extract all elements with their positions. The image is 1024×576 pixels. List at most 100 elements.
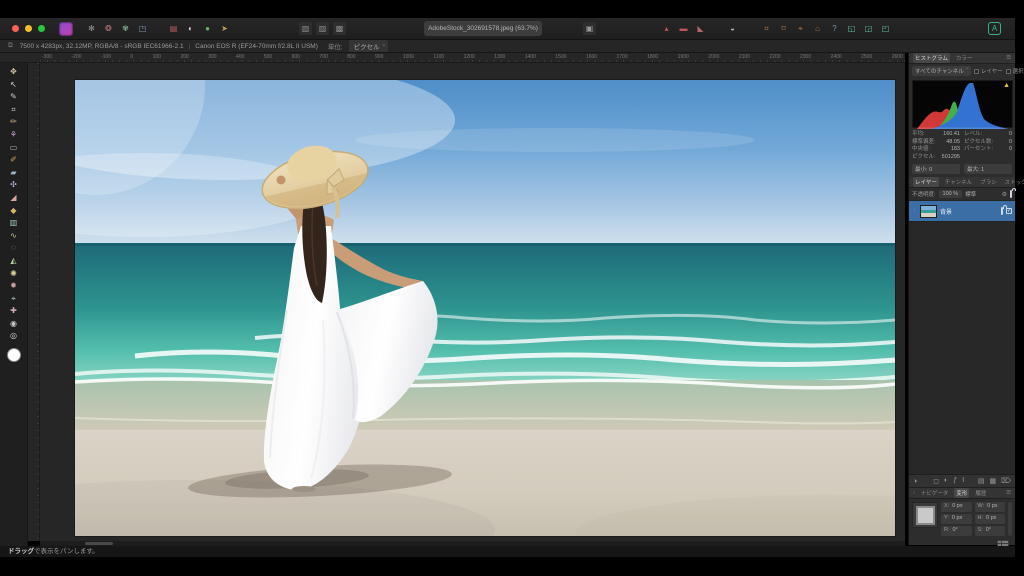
layer-drag-handle[interactable]: ⋮ <box>912 208 917 214</box>
gradient-tool[interactable]: ▥ <box>5 217 23 230</box>
histogram-warning-icon[interactable]: ▲ <box>1003 82 1010 89</box>
pixel-tool[interactable]: ▰ <box>5 167 23 180</box>
transform-field[interactable]: R:0° <box>941 526 972 536</box>
transform-field[interactable]: Y:0 px <box>941 514 972 524</box>
layer-visibility-checkbox[interactable]: ✓ <box>1006 208 1012 214</box>
layer-settings-icon[interactable]: ⚙ <box>1002 191 1007 198</box>
burn-brush-tool[interactable]: ✹ <box>5 280 23 293</box>
mixer-brush-tool[interactable]: ✣ <box>5 179 23 192</box>
rotate-cw-icon[interactable]: ▨ <box>316 22 329 35</box>
account-icon[interactable]: A <box>988 22 1001 35</box>
softproof-icon[interactable]: ▬ <box>677 22 690 35</box>
vertical-ruler[interactable] <box>28 63 40 541</box>
panel-scroll-left-icon[interactable]: ‹ <box>913 490 915 496</box>
auto-colors-icon[interactable]: ● <box>201 22 214 35</box>
snapping-help-icon[interactable]: ? <box>828 22 841 35</box>
transform-tab[interactable]: ナビゲータ <box>919 488 951 498</box>
transform-tab[interactable]: 変形 <box>954 488 969 498</box>
max-input[interactable]: 最大: 1 <box>964 164 1012 174</box>
adjustment-icon[interactable]: ◑ <box>913 478 917 485</box>
active-color-swatch[interactable] <box>7 348 21 362</box>
text-layer-icon[interactable]: I <box>962 477 964 485</box>
erase-brush-tool[interactable]: ◢ <box>5 192 23 205</box>
crop-tool[interactable]: ⌗ <box>5 104 23 117</box>
layer-lock-icon[interactable] <box>1010 191 1012 198</box>
assistant-flag-icon[interactable]: ◣ <box>694 22 707 35</box>
clone-brush-tool[interactable]: ⌖ <box>5 293 23 306</box>
panel-menu-icon[interactable]: ☰ <box>1006 55 1011 61</box>
blur-tool[interactable]: ◌ <box>5 242 23 255</box>
horizontal-ruler[interactable]: -300-200-1000100200300400500600700800900… <box>40 53 905 63</box>
assistant-icon[interactable]: ◒ <box>726 22 739 35</box>
document-tab[interactable]: AdobeStock_302691578.jpeg (63.7%) <box>424 21 542 36</box>
color-picker-tool[interactable]: ✎ <box>5 91 23 104</box>
snapping-presets-icon[interactable]: ⌂ <box>811 22 824 35</box>
blend-mode-select[interactable]: 標準 <box>965 190 976 198</box>
layers-empty-area[interactable] <box>909 221 1015 474</box>
transform-tab[interactable]: 履歴 <box>973 488 988 498</box>
auto-contrast-icon[interactable]: ◐ <box>184 22 197 35</box>
insert-inside-icon[interactable]: ◲ <box>862 22 875 35</box>
layer-row-background[interactable]: ⋮ 背景 ✓ <box>909 201 1015 221</box>
panel-menu-icon[interactable]: ☰ <box>1006 490 1011 496</box>
transform-field[interactable]: H:0 px <box>975 514 1006 524</box>
layer-checkbox[interactable]: レイヤー <box>974 67 1003 75</box>
live-filter-icon[interactable]: ƒ <box>953 477 957 485</box>
view-mode-icon[interactable]: ▣ <box>583 22 596 35</box>
snapshot-icon[interactable]: ▩ <box>333 22 346 35</box>
transform-field[interactable]: S:0° <box>975 526 1006 536</box>
histogram-plot[interactable]: ▲ <box>912 80 1013 128</box>
histogram-tab[interactable]: カラー <box>954 53 975 63</box>
layers-tab[interactable]: チャンネル <box>943 177 974 187</box>
clipping-warning-icon[interactable]: ▴ <box>660 22 673 35</box>
paint-brush-tool[interactable]: ✐ <box>5 154 23 167</box>
opacity-input[interactable]: 100 % <box>939 190 963 198</box>
transform-field[interactable]: W:0 px <box>975 502 1006 512</box>
auto-levels-icon[interactable]: ▤ <box>167 22 180 35</box>
view-tool[interactable]: ✥ <box>5 66 23 79</box>
zoom-tool[interactable]: ◎ <box>5 330 23 343</box>
histogram-tab[interactable]: ヒストグラム <box>913 53 950 63</box>
marquee-select-tool[interactable]: ▭ <box>5 142 23 155</box>
rotate-ccw-icon[interactable]: ▧ <box>299 22 312 35</box>
layers-tab[interactable]: ストック <box>1003 177 1024 187</box>
photo-beach-woman[interactable] <box>75 80 895 536</box>
minimize-window-button[interactable] <box>25 25 32 32</box>
flood-select-tool[interactable]: ⚘ <box>5 129 23 142</box>
selection-checkbox[interactable]: 選択 <box>1006 67 1024 75</box>
live-adjustment-icon[interactable]: ◐ <box>944 477 948 485</box>
layer-thumbnail[interactable] <box>920 205 937 218</box>
sharpen-tool[interactable]: ◭ <box>5 255 23 268</box>
dodge-brush-tool[interactable]: ✺ <box>5 268 23 281</box>
smudge-tool[interactable]: ∿ <box>5 230 23 243</box>
liquify-persona-icon[interactable]: ✻ <box>85 22 98 35</box>
canvas-area[interactable] <box>40 63 905 541</box>
horizontal-scrollbar-thumb[interactable] <box>85 542 113 545</box>
selection-brush-tool[interactable]: ✏ <box>5 116 23 129</box>
move-tool[interactable]: ↖ <box>5 79 23 92</box>
mask-layer-icon[interactable]: ◻ <box>933 477 939 485</box>
zoom-window-button[interactable] <box>38 25 45 32</box>
min-input[interactable]: 最小: 0 <box>912 164 960 174</box>
delete-layer-icon[interactable]: ⌦ <box>1001 477 1011 485</box>
flood-fill-tool[interactable]: ◆ <box>5 205 23 218</box>
group-layers-icon[interactable]: ▤ <box>978 477 985 485</box>
tone-mapping-persona-icon[interactable]: ✾ <box>119 22 132 35</box>
layers-tab[interactable]: ブラシ <box>978 177 998 187</box>
export-persona-icon[interactable]: ◳ <box>136 22 149 35</box>
new-layer-icon[interactable]: ▦ <box>989 477 996 485</box>
transform-field[interactable]: X:0 px <box>941 502 972 512</box>
move-by-whole-pixels-icon[interactable]: ⌑ <box>777 22 790 35</box>
units-select[interactable]: ピクセル <box>349 40 388 52</box>
transform-scrollbar[interactable] <box>1008 502 1012 536</box>
auto-white-balance-icon[interactable]: ➤ <box>218 22 231 35</box>
insert-behind-icon[interactable]: ◱ <box>845 22 858 35</box>
close-window-button[interactable] <box>12 25 19 32</box>
healing-brush-tool[interactable]: ✚ <box>5 305 23 318</box>
blemish-removal-tool[interactable]: ◉ <box>5 318 23 331</box>
force-pixel-alignment-icon[interactable]: ⌗ <box>760 22 773 35</box>
insert-on-top-icon[interactable]: ◰ <box>879 22 892 35</box>
develop-persona-icon[interactable]: ❂ <box>102 22 115 35</box>
layers-tab[interactable]: レイヤー <box>913 177 939 187</box>
snapping-icon[interactable]: ⌖ <box>794 22 807 35</box>
